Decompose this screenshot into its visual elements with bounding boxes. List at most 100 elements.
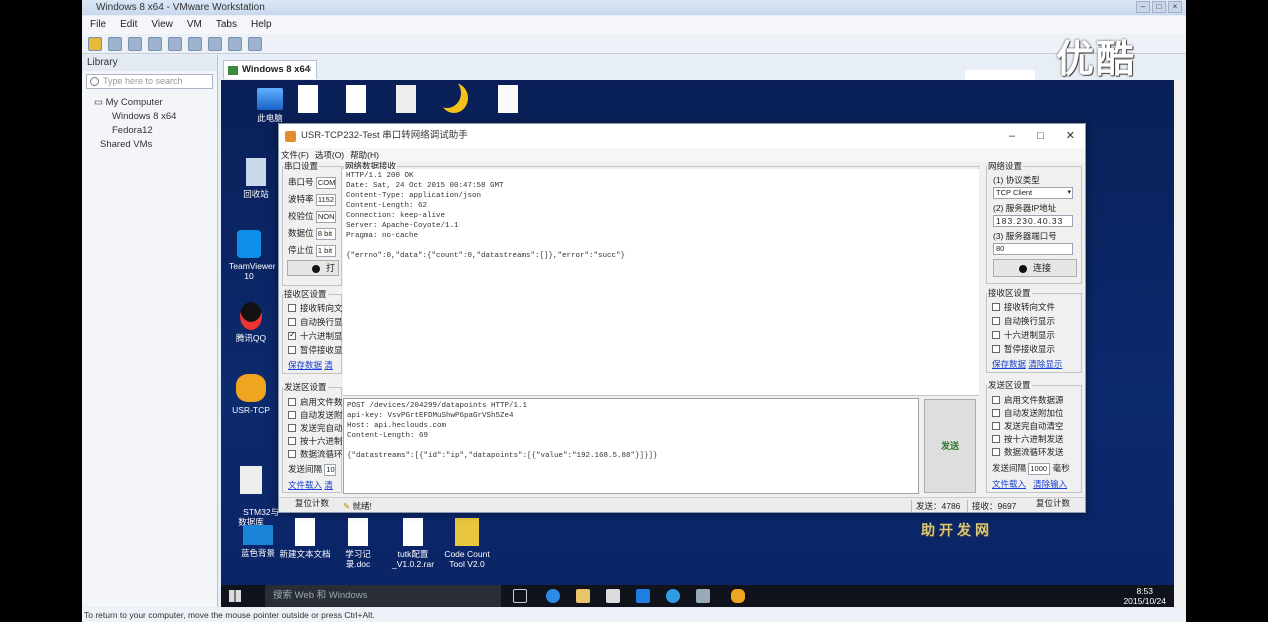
ie-icon[interactable] [666, 589, 680, 603]
send-interval-input[interactable]: 10 [324, 463, 337, 476]
desktop-icon-usr-tcp[interactable]: USR-TCP [229, 374, 273, 415]
recv-option-1[interactable]: 接收转向文 [288, 302, 343, 314]
recv-right-option-4[interactable]: 暂停接收显示 [992, 343, 1055, 355]
edge-icon[interactable] [546, 589, 560, 603]
send-interval-right-input[interactable]: 1000 [1028, 462, 1051, 475]
menu-vm[interactable]: VM [187, 16, 202, 34]
send-right-option-5[interactable]: 数据流循环发送 [992, 446, 1064, 458]
tree-my-computer[interactable]: ▭ My Computer [94, 96, 217, 110]
recv-option-4[interactable]: 暂停接收显 [288, 344, 343, 356]
file-load-right-link[interactable]: 文件载入 [992, 479, 1026, 489]
taskbar-search-input[interactable]: 搜索 Web 和 Windows [265, 585, 501, 607]
tab-windows8[interactable]: Windows 8 x64 × [223, 60, 317, 79]
maximize-icon[interactable]: □ [1037, 124, 1044, 148]
normal-view-icon[interactable] [168, 37, 182, 51]
desktop-icon-teamviewer[interactable]: TeamViewer 10 [229, 230, 276, 281]
parity-select[interactable]: NON [315, 210, 336, 223]
menu-help[interactable]: Help [251, 16, 272, 34]
send-right-option-1[interactable]: 启用文件数据源 [992, 394, 1064, 406]
recv-option-2[interactable]: 自动换行显 [288, 316, 343, 328]
close-icon[interactable]: ✕ [1066, 124, 1075, 148]
send-option-4[interactable]: 按十六进制 [288, 435, 343, 447]
send-option-5[interactable]: 数据流循环 [288, 448, 343, 460]
console-view-icon[interactable] [248, 37, 262, 51]
desktop-icon-code-count[interactable]: Code Count Tool V2.0 [439, 518, 495, 569]
send-text-area[interactable]: POST /devices/204299/datapoints HTTP/1.1… [343, 398, 919, 494]
quick-switch-icon[interactable] [228, 37, 242, 51]
power-icon[interactable] [88, 37, 102, 51]
desktop-icon-tutk-rar[interactable]: tutk配置_V1.0.2.rar [385, 518, 441, 569]
manage-snapshots-icon[interactable] [148, 37, 162, 51]
connect-button[interactable]: 连接 [993, 259, 1077, 277]
tab-close-icon[interactable]: × [306, 61, 312, 79]
databits-select[interactable]: 8 bit [315, 227, 336, 240]
snapshot-icon[interactable] [108, 37, 122, 51]
recv-right-option-2[interactable]: 自动换行显示 [992, 315, 1055, 327]
right-scroll-area[interactable] [1174, 80, 1186, 607]
receive-text-area[interactable]: HTTP/1.1 200 OK Date: Sat, 24 Oct 2015 0… [343, 169, 979, 395]
desktop-icon-moon[interactable] [429, 83, 479, 116]
library-search-input[interactable]: Type here to search [86, 74, 213, 89]
desktop-icon-stm32[interactable]: STM32与 数据库 [229, 446, 279, 537]
text-file-icon [295, 518, 315, 546]
menu-view[interactable]: View [151, 16, 173, 34]
desktop-icon-recycle[interactable]: 回收站 [231, 158, 281, 199]
windows-start-icon[interactable] [229, 590, 241, 602]
outlook-icon[interactable] [636, 589, 650, 603]
send-option-2[interactable]: 自动发送附 [288, 409, 343, 421]
usr-tcp-taskbar-icon[interactable] [731, 589, 745, 603]
protocol-select[interactable]: TCP Client ▾ [993, 187, 1073, 199]
save-data-link[interactable]: 保存数据 [288, 360, 322, 370]
clear-input-right-link[interactable]: 清除输入 [1033, 479, 1067, 489]
store-icon[interactable] [606, 589, 620, 603]
tree-fedora[interactable]: Fedora12 [94, 124, 217, 138]
teamviewer-icon [237, 230, 261, 258]
desktop-icon-file[interactable] [381, 85, 431, 116]
close-icon[interactable]: × [1168, 1, 1182, 13]
desktop-icon-study-doc[interactable]: 学习记录.doc [333, 518, 383, 569]
menu-edit[interactable]: Edit [120, 16, 137, 34]
desktop-icon-qq[interactable]: 腾讯QQ [231, 302, 271, 343]
port-select[interactable]: COM [315, 176, 336, 189]
reset-count-button[interactable]: 复位计数 [285, 498, 339, 511]
send-option-1[interactable]: 启用文件数 [288, 396, 343, 408]
revert-icon[interactable] [128, 37, 142, 51]
desktop-icon-pdf1[interactable] [283, 85, 333, 116]
menu-file[interactable]: File [90, 16, 106, 34]
clear-link[interactable]: 清 [324, 360, 333, 370]
recv-option-3[interactable]: 十六进制显 [288, 330, 343, 342]
stopbits-select[interactable]: 1 bit [315, 244, 336, 257]
tree-windows8[interactable]: Windows 8 x64 [94, 110, 217, 124]
recv-right-option-3[interactable]: 十六进制显示 [992, 329, 1055, 341]
clear-display-link[interactable]: 清除显示 [1028, 359, 1062, 369]
desktop-icon-blue-bg[interactable]: 蓝色背景 [233, 525, 283, 558]
server-port-input[interactable]: 80 [993, 243, 1073, 255]
baud-select[interactable]: 1152 [315, 193, 336, 206]
tree-shared-vms[interactable]: Shared VMs [94, 138, 217, 152]
open-port-button[interactable]: 打 [287, 260, 339, 276]
recv-right-option-1[interactable]: 接收转向文件 [992, 301, 1055, 313]
minimize-icon[interactable]: – [1136, 1, 1150, 13]
full-screen-icon[interactable] [188, 37, 202, 51]
clear-input-link[interactable]: 清 [324, 480, 333, 490]
unity-icon[interactable] [208, 37, 222, 51]
server-ip-input[interactable]: 183.230.40.33 [993, 215, 1073, 227]
file-load-link[interactable]: 文件载入 [288, 480, 322, 490]
send-button[interactable]: 发送 [924, 399, 976, 493]
send-right-option-4[interactable]: 按十六进制发送 [992, 433, 1064, 445]
menu-tabs[interactable]: Tabs [216, 16, 237, 34]
maximize-icon[interactable]: □ [1152, 1, 1166, 13]
app-taskbar-icon[interactable] [696, 589, 710, 603]
desktop-icon-pdf2[interactable] [331, 85, 381, 116]
taskbar-clock[interactable]: 8:53 2015/10/24 [1123, 586, 1166, 606]
send-right-option-3[interactable]: 发送完自动清空 [992, 420, 1064, 432]
file-explorer-icon[interactable] [576, 589, 590, 603]
desktop-icon-blank[interactable] [483, 85, 533, 116]
reset-count-right-button[interactable]: 复位计数 [1025, 498, 1081, 511]
save-data-right-link[interactable]: 保存数据 [992, 359, 1026, 369]
desktop-icon-new-txt[interactable]: 新建文本文档 [279, 518, 331, 559]
send-right-option-2[interactable]: 自动发送附加位 [992, 407, 1064, 419]
send-option-3[interactable]: 发送完自动 [288, 422, 343, 434]
minimize-icon[interactable]: – [1009, 124, 1015, 148]
task-view-icon[interactable] [513, 589, 527, 603]
